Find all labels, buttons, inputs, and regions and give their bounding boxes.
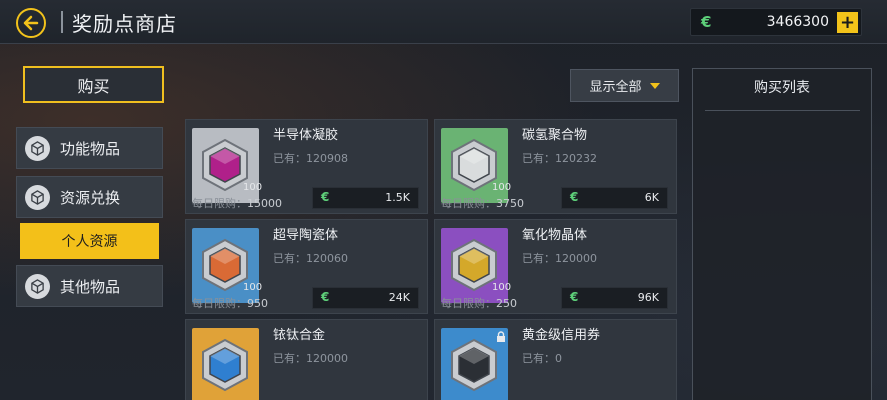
cube-icon bbox=[25, 273, 50, 299]
item-owned-count: 已有：120060 bbox=[273, 252, 348, 265]
item-name: 氧化物晶体 bbox=[522, 228, 588, 243]
currency-icon: € bbox=[321, 190, 330, 204]
lock-icon bbox=[495, 328, 507, 342]
daily-limit-label: 每日限购： bbox=[441, 297, 496, 310]
price-value: 6K bbox=[644, 191, 659, 204]
item-name: 铱钛合金 bbox=[273, 328, 326, 343]
item-name: 黄金级信用券 bbox=[522, 328, 601, 343]
header-divider bbox=[61, 11, 63, 33]
sidebar-item-functional[interactable]: 功能物品 bbox=[16, 127, 163, 169]
item-name: 超导陶瓷体 bbox=[273, 228, 339, 243]
cube-icon bbox=[25, 135, 50, 161]
cube-icon bbox=[25, 184, 50, 210]
shop-item-card[interactable]: 超导陶瓷体已有：120060 100 每日限购：950 €24K bbox=[185, 219, 428, 314]
sidebar-item-label: 功能物品 bbox=[60, 139, 121, 158]
item-name: 半导体凝胶 bbox=[273, 128, 339, 143]
daily-limit-value: 950 bbox=[247, 297, 268, 310]
purchase-list-title: 购买列表 bbox=[754, 80, 810, 96]
item-stack-count: 100 bbox=[243, 182, 263, 193]
daily-limit: 每日限购：950 bbox=[192, 295, 268, 311]
add-currency-button[interactable]: + bbox=[837, 12, 858, 33]
item-owned-count: 已有：120000 bbox=[522, 252, 597, 265]
item-owned-count: 已有：120232 bbox=[522, 152, 597, 165]
item-owned-count: 已有：120000 bbox=[273, 352, 348, 365]
daily-limit-value: 3750 bbox=[496, 197, 524, 210]
divider bbox=[705, 110, 860, 111]
price-value: 24K bbox=[388, 291, 410, 304]
daily-limit: 每日限购：15000 bbox=[192, 195, 282, 211]
sidebar-item-label: 其他物品 bbox=[60, 277, 121, 296]
daily-limit-label: 每日限购： bbox=[192, 297, 247, 310]
item-name: 碳氢聚合物 bbox=[522, 128, 588, 143]
purchase-list-panel: 购买列表 bbox=[692, 68, 872, 400]
price-button[interactable]: €1.5K bbox=[312, 187, 419, 209]
daily-limit-value: 15000 bbox=[247, 197, 282, 210]
shop-item-card[interactable]: 半导体凝胶已有：120908 100 每日限购：15000 €1.5K bbox=[185, 119, 428, 214]
item-owned-count: 已有：120908 bbox=[273, 152, 348, 165]
item-stack-count: 100 bbox=[492, 182, 512, 193]
daily-limit-label: 每日限购： bbox=[192, 197, 247, 210]
currency-icon: € bbox=[701, 13, 712, 31]
sidebar-item-resource-exchange[interactable]: 资源兑换 bbox=[16, 176, 163, 218]
currency-value: 3466300 bbox=[766, 14, 829, 30]
buy-tab-button[interactable]: 购买 bbox=[23, 66, 164, 103]
caret-down-icon bbox=[649, 82, 660, 89]
filter-label: 显示全部 bbox=[589, 80, 642, 95]
shop-item-card[interactable]: 铱钛合金已有：120000 bbox=[185, 319, 428, 400]
currency-icon: € bbox=[570, 190, 579, 204]
back-button[interactable] bbox=[16, 8, 46, 38]
daily-limit: 每日限购：250 bbox=[441, 295, 517, 311]
daily-limit-label: 每日限购： bbox=[441, 197, 496, 210]
currency-display: € 3466300 + bbox=[690, 8, 862, 36]
price-button[interactable]: €96K bbox=[561, 287, 668, 309]
shop-item-card[interactable]: 碳氢聚合物已有：120232 100 每日限购：3750 €6K bbox=[434, 119, 677, 214]
item-icon bbox=[192, 328, 259, 400]
price-button[interactable]: €24K bbox=[312, 287, 419, 309]
price-value: 1.5K bbox=[385, 191, 410, 204]
price-value: 96K bbox=[637, 291, 659, 304]
top-bar: 奖励点商店 € 3466300 + bbox=[0, 0, 887, 44]
sidebar-item-other[interactable]: 其他物品 bbox=[16, 265, 163, 307]
sidebar-item-label: 资源兑换 bbox=[60, 188, 121, 207]
daily-limit: 每日限购：3750 bbox=[441, 195, 524, 211]
price-button[interactable]: €6K bbox=[561, 187, 668, 209]
currency-icon: € bbox=[570, 290, 579, 304]
item-stack-count: 100 bbox=[243, 282, 263, 293]
filter-dropdown[interactable]: 显示全部 bbox=[570, 69, 679, 102]
sidebar-item-personal-resources[interactable]: 个人资源 bbox=[20, 223, 159, 259]
page-title: 奖励点商店 bbox=[72, 12, 177, 36]
back-arrow-icon bbox=[23, 15, 39, 31]
item-owned-count: 已有：0 bbox=[522, 352, 562, 365]
daily-limit-value: 250 bbox=[496, 297, 517, 310]
shop-item-card[interactable]: 氧化物晶体已有：120000 100 每日限购：250 €96K bbox=[434, 219, 677, 314]
shop-item-card[interactable]: 黄金级信用券 已有：0 bbox=[434, 319, 677, 400]
item-stack-count: 100 bbox=[492, 282, 512, 293]
currency-icon: € bbox=[321, 290, 330, 304]
